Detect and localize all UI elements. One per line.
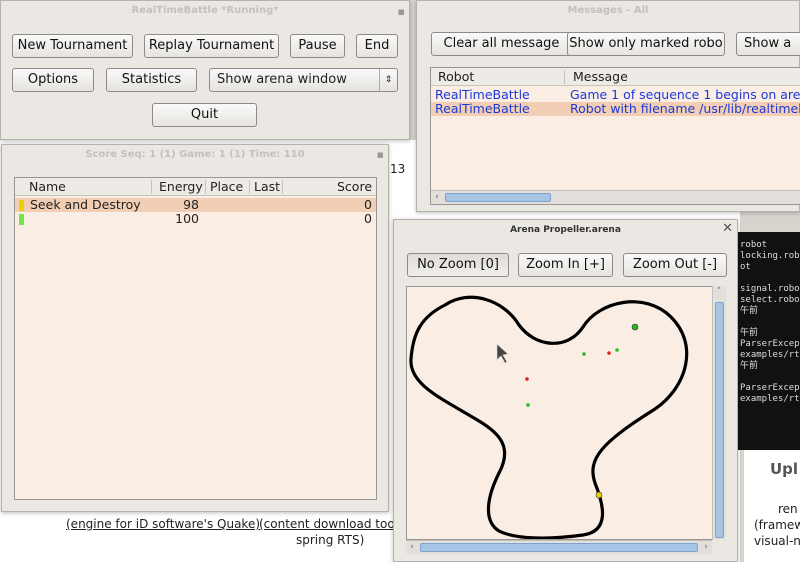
column-header-name[interactable]: Name bbox=[29, 179, 66, 194]
robot-color-swatch bbox=[19, 200, 24, 211]
close-icon[interactable]: ✕ bbox=[722, 221, 733, 236]
robot-marker bbox=[595, 491, 603, 499]
scroll-left-icon[interactable]: ‹ bbox=[406, 541, 418, 554]
shot-marker bbox=[615, 348, 619, 352]
arena-window-select[interactable]: Show arena window ⇕ bbox=[209, 68, 398, 92]
messages-window: Messages - All Clear all message Show on… bbox=[416, 0, 800, 212]
arena-wall bbox=[409, 295, 689, 539]
arena-window-title: Arena Propeller.arena bbox=[510, 225, 621, 235]
control-window: RealTimeBattle *Running* ▪ New Tournamen… bbox=[0, 0, 410, 140]
message-row[interactable]: RealTimeBattle Game 1 of sequence 1 begi… bbox=[431, 88, 800, 102]
background-caption-download: (content download tool fo bbox=[259, 517, 414, 531]
message-robot: RealTimeBattle bbox=[435, 87, 530, 102]
zoom-out-button[interactable]: Zoom Out [-] bbox=[623, 253, 727, 277]
messages-window-title: Messages - All bbox=[567, 5, 649, 16]
background-caption-spring: spring RTS) bbox=[296, 533, 365, 547]
show-only-marked-button[interactable]: Show only marked robo bbox=[567, 32, 725, 56]
message-robot: RealTimeBattle bbox=[435, 101, 530, 116]
clear-all-messages-button[interactable]: Clear all message bbox=[431, 32, 572, 56]
close-icon[interactable]: ▪ bbox=[398, 5, 405, 18]
robot-score: 0 bbox=[364, 211, 372, 226]
robot-name: Seek and Destroy bbox=[30, 197, 141, 212]
score-list[interactable]: Name Energy Place Last Score Seek and De… bbox=[14, 177, 377, 500]
scroll-right-icon[interactable]: › bbox=[700, 541, 712, 554]
score-row[interactable]: 100 0 bbox=[15, 212, 376, 226]
scroll-thumb[interactable] bbox=[715, 302, 724, 538]
updown-arrow-icon: ⇕ bbox=[379, 69, 397, 91]
zoom-in-button[interactable]: Zoom In [+] bbox=[518, 253, 613, 277]
mouse-pointer-icon bbox=[496, 343, 509, 364]
column-header-message[interactable]: Message bbox=[573, 69, 628, 84]
score-window: Score Seq: 1 (1) Game: 1 (1) Time: 110 ▪… bbox=[1, 144, 389, 512]
end-button[interactable]: End bbox=[356, 34, 398, 58]
score-window-title: Score Seq: 1 (1) Game: 1 (1) Time: 110 bbox=[85, 149, 305, 160]
close-icon[interactable]: ▪ bbox=[377, 148, 384, 161]
message-text: Robot with filename /usr/lib/realtimeb bbox=[570, 101, 800, 116]
shot-marker bbox=[607, 351, 611, 355]
control-window-title: RealTimeBattle *Running* bbox=[131, 5, 279, 16]
options-button[interactable]: Options bbox=[12, 68, 94, 92]
background-caption-visual: visual-n bbox=[754, 534, 800, 548]
scroll-up-icon[interactable]: ˄ bbox=[713, 286, 725, 299]
background-number: 13 bbox=[390, 162, 406, 176]
background-caption-ren: ren bbox=[778, 502, 798, 516]
column-header-last[interactable]: Last bbox=[254, 179, 280, 194]
background-caption-quake: (engine for iD software's Quake) bbox=[66, 517, 261, 531]
message-row-selected[interactable]: RealTimeBattle Robot with filename /usr/… bbox=[431, 102, 800, 116]
arena-window-select-value: Show arena window bbox=[217, 72, 347, 87]
messages-list-header: Robot Message bbox=[431, 68, 800, 86]
statistics-button[interactable]: Statistics bbox=[106, 68, 197, 92]
terminal-window: robot locking.robot ot signal.robot sele… bbox=[738, 232, 800, 450]
arena-horizontal-scrollbar[interactable]: ‹ › bbox=[406, 540, 712, 554]
no-zoom-button[interactable]: No Zoom [0] bbox=[407, 253, 509, 277]
arena-canvas bbox=[409, 295, 689, 539]
arena-view[interactable] bbox=[406, 286, 716, 540]
column-header-score[interactable]: Score bbox=[337, 179, 372, 194]
robot-color-swatch bbox=[19, 214, 24, 225]
message-text: Game 1 of sequence 1 begins on are bbox=[570, 87, 800, 102]
column-header-robot[interactable]: Robot bbox=[438, 69, 474, 84]
show-all-button[interactable]: Show a bbox=[736, 32, 800, 56]
background-caption-framework: (framew bbox=[754, 518, 800, 532]
quit-button[interactable]: Quit bbox=[152, 103, 257, 127]
score-list-header: Name Energy Place Last Score bbox=[15, 178, 376, 196]
robot-energy: 100 bbox=[175, 211, 199, 226]
scroll-thumb[interactable] bbox=[445, 193, 551, 202]
scroll-thumb[interactable] bbox=[420, 543, 698, 552]
column-header-place[interactable]: Place bbox=[210, 179, 243, 194]
messages-horizontal-scrollbar[interactable]: ‹ bbox=[431, 190, 800, 204]
background-upload-heading: Upl bbox=[770, 460, 799, 478]
messages-list[interactable]: Robot Message RealTimeBattle Game 1 of s… bbox=[430, 67, 800, 205]
replay-tournament-button[interactable]: Replay Tournament bbox=[144, 34, 279, 58]
score-row-selected[interactable]: Seek and Destroy 98 0 bbox=[15, 198, 376, 212]
new-tournament-button[interactable]: New Tournament bbox=[12, 34, 133, 58]
shot-marker bbox=[525, 377, 529, 381]
robot-energy: 98 bbox=[183, 197, 199, 212]
shot-marker bbox=[526, 403, 530, 407]
robot-score: 0 bbox=[364, 197, 372, 212]
arena-vertical-scrollbar[interactable]: ˄ bbox=[712, 286, 726, 540]
scroll-left-icon[interactable]: ‹ bbox=[431, 191, 443, 204]
column-header-energy[interactable]: Energy bbox=[159, 179, 203, 194]
robot-marker bbox=[631, 323, 639, 331]
pause-button[interactable]: Pause bbox=[290, 34, 345, 58]
arena-window: Arena Propeller.arena ✕ No Zoom [0] Zoom… bbox=[393, 219, 738, 562]
shot-marker bbox=[582, 352, 586, 356]
